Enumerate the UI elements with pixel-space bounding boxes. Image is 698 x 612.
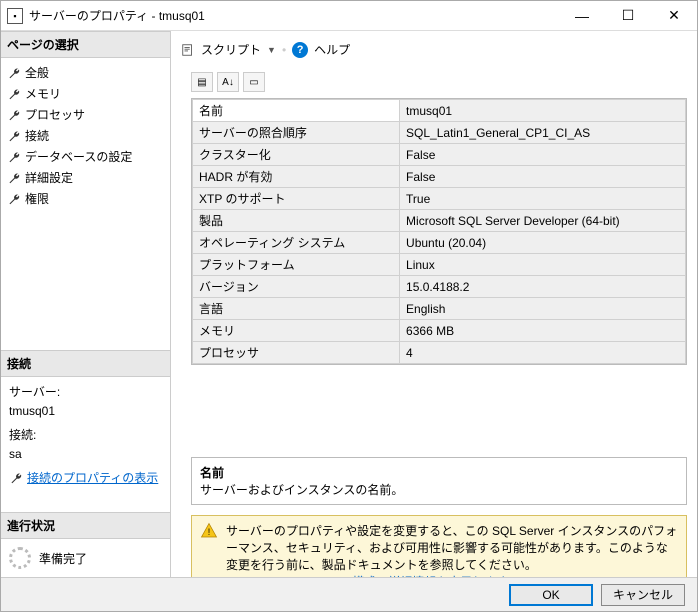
help-icon: ? — [292, 42, 308, 58]
property-label: メモリ — [193, 320, 400, 342]
page-item-label: プロセッサ — [25, 106, 85, 123]
property-row[interactable]: プラットフォームLinux — [193, 254, 686, 276]
property-value: Microsoft SQL Server Developer (64-bit) — [400, 210, 686, 232]
progress-header: 進行状況 — [1, 512, 170, 539]
property-pages-button[interactable]: ▭ — [243, 72, 265, 92]
connection-section: サーバー: tmusq01 接続: sa 接続のプロパティの表示 — [1, 377, 170, 492]
close-button[interactable]: ✕ — [651, 1, 697, 31]
property-label: XTP のサポート — [193, 188, 400, 210]
wrench-icon — [7, 150, 21, 164]
pages-header: ページの選択 — [1, 31, 170, 58]
description-box: 名前 サーバーおよびインスタンスの名前。 — [191, 457, 687, 505]
progress-status: 準備完了 — [39, 550, 87, 567]
wrench-icon — [7, 171, 21, 185]
link-icon — [9, 471, 23, 485]
wrench-icon — [7, 66, 21, 80]
conn-label: 接続: — [9, 426, 162, 443]
property-value: Linux — [400, 254, 686, 276]
property-label: オペレーティング システム — [193, 232, 400, 254]
property-grid: 名前tmusq01サーバーの照合順序SQL_Latin1_General_CP1… — [191, 98, 687, 365]
script-dropdown[interactable]: ▼ — [267, 45, 276, 55]
right-pane: スクリプト ▼ • ? ヘルプ ▤ A↓ ▭ 名前tmusq01サーバーの照合順… — [171, 31, 697, 577]
property-label: プラットフォーム — [193, 254, 400, 276]
property-row[interactable]: サーバーの照合順序SQL_Latin1_General_CP1_CI_AS — [193, 122, 686, 144]
script-icon — [181, 43, 195, 57]
property-value: SQL_Latin1_General_CP1_CI_AS — [400, 122, 686, 144]
help-button[interactable]: ヘルプ — [314, 41, 350, 58]
page-item-label: 詳細設定 — [25, 169, 73, 186]
property-value: 4 — [400, 342, 686, 364]
spinner-icon — [9, 547, 31, 569]
alphabetical-button[interactable]: A↓ — [217, 72, 239, 92]
property-value: English — [400, 298, 686, 320]
conn-value: sa — [9, 447, 162, 461]
left-pane: ページの選択 全般メモリプロセッサ接続データベースの設定詳細設定権限 接続 サー… — [1, 31, 171, 577]
property-value: 15.0.4188.2 — [400, 276, 686, 298]
page-item-5[interactable]: 詳細設定 — [1, 167, 170, 188]
server-value: tmusq01 — [9, 404, 162, 418]
page-item-label: メモリ — [25, 85, 61, 102]
property-row[interactable]: HADR が有効False — [193, 166, 686, 188]
page-item-label: データベースの設定 — [25, 148, 132, 165]
property-row[interactable]: バージョン15.0.4188.2 — [193, 276, 686, 298]
description-text: サーバーおよびインスタンスの名前。 — [200, 481, 678, 498]
property-label: HADR が有効 — [193, 166, 400, 188]
page-item-4[interactable]: データベースの設定 — [1, 146, 170, 167]
script-button[interactable]: スクリプト — [201, 41, 261, 58]
wrench-icon — [7, 192, 21, 206]
property-row[interactable]: プロセッサ4 — [193, 342, 686, 364]
property-value: False — [400, 144, 686, 166]
property-label: サーバーの照合順序 — [193, 122, 400, 144]
property-label: プロセッサ — [193, 342, 400, 364]
property-value: False — [400, 166, 686, 188]
property-label: クラスター化 — [193, 144, 400, 166]
categorized-button[interactable]: ▤ — [191, 72, 213, 92]
server-label: サーバー: — [9, 383, 162, 400]
wrench-icon — [7, 129, 21, 143]
property-row[interactable]: 言語English — [193, 298, 686, 320]
page-item-0[interactable]: 全般 — [1, 62, 170, 83]
page-list: 全般メモリプロセッサ接続データベースの設定詳細設定権限 — [1, 58, 170, 213]
window-title: サーバーのプロパティ - tmusq01 — [29, 7, 559, 24]
svg-text:!: ! — [208, 527, 211, 537]
wrench-icon — [7, 108, 21, 122]
property-value: True — [400, 188, 686, 210]
property-row[interactable]: XTP のサポートTrue — [193, 188, 686, 210]
page-item-6[interactable]: 権限 — [1, 188, 170, 209]
property-row[interactable]: オペレーティング システムUbuntu (20.04) — [193, 232, 686, 254]
dialog-buttons: OK キャンセル — [1, 577, 697, 611]
property-value: 6366 MB — [400, 320, 686, 342]
page-item-label: 接続 — [25, 127, 49, 144]
connection-properties-link[interactable]: 接続のプロパティの表示 — [27, 469, 158, 486]
progress-section: 準備完了 — [1, 539, 170, 577]
property-row[interactable]: 名前tmusq01 — [193, 100, 686, 122]
top-toolbar: スクリプト ▼ • ? ヘルプ — [181, 39, 687, 68]
cancel-button[interactable]: キャンセル — [601, 584, 685, 606]
page-item-label: 権限 — [25, 190, 49, 207]
property-value: tmusq01 — [400, 100, 686, 122]
page-item-1[interactable]: メモリ — [1, 83, 170, 104]
page-item-2[interactable]: プロセッサ — [1, 104, 170, 125]
property-row[interactable]: メモリ6366 MB — [193, 320, 686, 342]
warning-icon: ! — [200, 522, 218, 540]
property-row[interactable]: 製品Microsoft SQL Server Developer (64-bit… — [193, 210, 686, 232]
property-label: 名前 — [193, 100, 400, 122]
property-label: 言語 — [193, 298, 400, 320]
connection-header: 接続 — [1, 350, 170, 377]
app-icon: ▪ — [7, 8, 23, 24]
minimize-button[interactable]: — — [559, 1, 605, 31]
property-label: バージョン — [193, 276, 400, 298]
property-row[interactable]: クラスター化False — [193, 144, 686, 166]
page-item-label: 全般 — [25, 64, 49, 81]
ok-button[interactable]: OK — [509, 584, 593, 606]
wrench-icon — [7, 87, 21, 101]
description-name: 名前 — [200, 464, 678, 481]
page-item-3[interactable]: 接続 — [1, 125, 170, 146]
maximize-button[interactable]: ☐ — [605, 1, 651, 31]
title-bar: ▪ サーバーのプロパティ - tmusq01 — ☐ ✕ — [1, 1, 697, 31]
grid-toolbar: ▤ A↓ ▭ — [181, 68, 687, 98]
property-value: Ubuntu (20.04) — [400, 232, 686, 254]
property-label: 製品 — [193, 210, 400, 232]
warning-text: サーバーのプロパティや設定を変更すると、この SQL Server インスタンス… — [226, 524, 677, 572]
